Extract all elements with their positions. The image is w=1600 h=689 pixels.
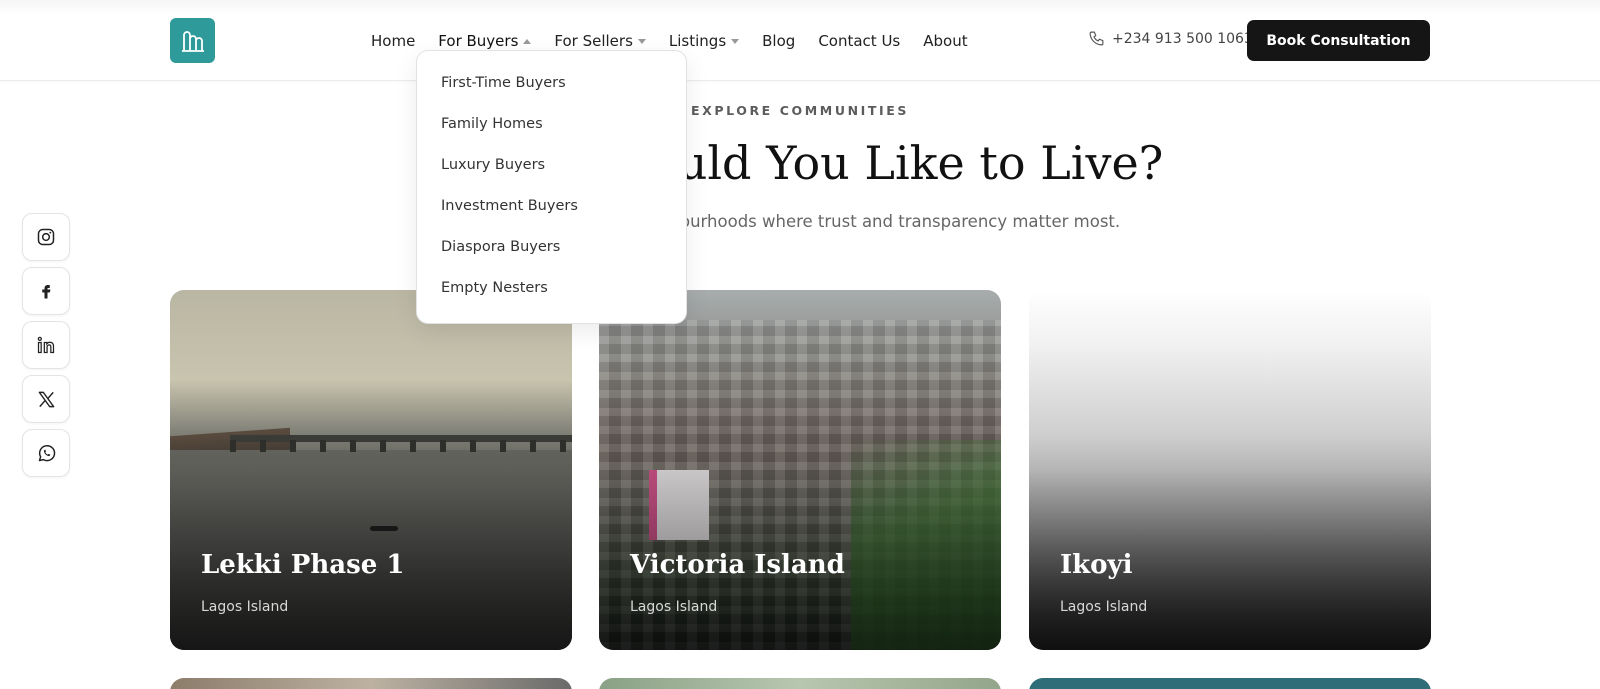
for-buyers-dropdown: First-Time Buyers Family Homes Luxury Bu… xyxy=(416,50,687,324)
phone-number: +234 913 500 1063 xyxy=(1112,30,1253,47)
book-consultation-button[interactable]: Book Consultation xyxy=(1247,20,1430,61)
nav-blog[interactable]: Blog xyxy=(762,32,795,50)
card-subtitle: Lagos Island xyxy=(630,599,718,615)
site-header: Home For Buyers For Sellers Listings Blo… xyxy=(0,0,1600,81)
caret-down-icon xyxy=(637,38,646,44)
nav-home-label: Home xyxy=(371,32,416,50)
x-icon xyxy=(38,391,54,407)
community-card-peek[interactable] xyxy=(599,678,1001,689)
nav-listings-label: Listings xyxy=(668,32,727,50)
logo-icon xyxy=(181,30,204,52)
nav-about[interactable]: About xyxy=(923,32,967,50)
whatsapp-button[interactable] xyxy=(22,429,70,477)
nav-blog-label: Blog xyxy=(762,32,796,50)
nav-home[interactable]: Home xyxy=(371,32,415,50)
x-button[interactable] xyxy=(22,375,70,423)
section-subline: ourhoods where trust and transparency ma… xyxy=(680,212,1121,231)
card-subtitle: Lagos Island xyxy=(201,599,289,615)
caret-down-icon xyxy=(731,38,740,44)
nav-for-buyers-label: For Buyers xyxy=(438,32,519,50)
community-card-victoria-island[interactable]: Victoria Island Lagos Island xyxy=(599,290,1001,650)
section-headline: ould You Like to Live? xyxy=(650,136,1164,190)
whatsapp-icon xyxy=(38,444,55,461)
card-title: Lekki Phase 1 xyxy=(201,550,405,580)
card-title: Ikoyi xyxy=(1060,550,1133,580)
dropdown-item-diaspora-buyers[interactable]: Diaspora Buyers xyxy=(417,239,686,280)
nav-for-sellers-label: For Sellers xyxy=(554,32,633,50)
card-subtitle: Lagos Island xyxy=(1060,599,1148,615)
logo[interactable] xyxy=(170,18,215,63)
instagram-icon xyxy=(37,228,55,246)
social-rail xyxy=(22,213,70,483)
dropdown-item-family-homes[interactable]: Family Homes xyxy=(417,116,686,157)
caret-up-icon xyxy=(523,38,532,44)
phone-icon xyxy=(1089,31,1104,46)
facebook-icon xyxy=(42,285,51,299)
community-card-lekki[interactable]: Lekki Phase 1 Lagos Island xyxy=(170,290,572,650)
community-card-peek[interactable] xyxy=(170,678,572,689)
dropdown-item-investment-buyers[interactable]: Investment Buyers xyxy=(417,198,686,239)
dropdown-item-luxury-buyers[interactable]: Luxury Buyers xyxy=(417,157,686,198)
nav-listings[interactable]: Listings xyxy=(668,32,740,50)
nav-about-label: About xyxy=(923,32,968,50)
phone-link[interactable]: +234 913 500 1063 xyxy=(1088,30,1253,47)
instagram-button[interactable] xyxy=(22,213,70,261)
nav-for-buyers[interactable]: For Buyers xyxy=(438,32,532,50)
nav-contact-us-label: Contact Us xyxy=(818,32,901,50)
nav-for-sellers[interactable]: For Sellers xyxy=(554,32,646,50)
dropdown-item-empty-nesters[interactable]: Empty Nesters xyxy=(417,280,686,321)
community-card-peek[interactable] xyxy=(1029,678,1431,689)
linkedin-button[interactable] xyxy=(22,321,70,369)
nav-contact-us[interactable]: Contact Us xyxy=(818,32,900,50)
facebook-button[interactable] xyxy=(22,267,70,315)
linkedin-icon xyxy=(37,336,55,354)
card-title: Victoria Island xyxy=(630,550,845,580)
card-image-bridge-pillars xyxy=(230,440,572,452)
dropdown-item-first-time-buyers[interactable]: First-Time Buyers xyxy=(417,75,686,116)
section-eyebrow: EXPLORE COMMUNITIES xyxy=(690,103,910,118)
header-topline xyxy=(0,0,1600,16)
community-card-ikoyi[interactable]: Ikoyi Lagos Island xyxy=(1029,290,1431,650)
